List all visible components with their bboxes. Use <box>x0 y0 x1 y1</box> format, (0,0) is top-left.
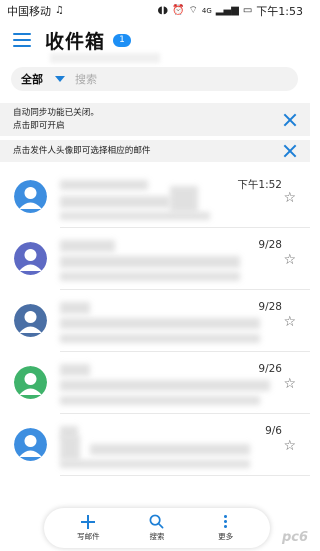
notice-text: 点击发件人头像即可选择相应的邮件 <box>13 145 151 156</box>
blurred-mail-content <box>60 240 115 252</box>
sync-off-notice[interactable]: 自动同步功能已关闭。 点击即可开启 <box>0 103 310 136</box>
blurred-mail-content <box>60 436 80 460</box>
star-icon[interactable]: ☆ <box>283 191 296 205</box>
more-label: 更多 <box>218 531 234 541</box>
mail-date: 9/6 <box>265 425 282 437</box>
blurred-mail-content <box>60 212 210 220</box>
search-bar: 全部 <box>11 67 298 91</box>
compose-label: 写邮件 <box>77 531 100 541</box>
blurred-mail-content <box>60 180 148 190</box>
blurred-mail-content <box>60 334 260 343</box>
mail-list-item[interactable]: 下午1:52 ☆ <box>0 166 310 228</box>
avatar-tip-notice: 点击发件人头像即可选择相应的邮件 <box>0 140 310 162</box>
mail-list-item[interactable]: 9/6 ☆ <box>0 414 310 476</box>
mail-date: 9/28 <box>258 239 282 251</box>
star-icon[interactable]: ☆ <box>283 253 296 267</box>
mail-date: 9/28 <box>258 301 282 313</box>
search-icon <box>150 514 164 529</box>
unread-count-badge: 1 <box>113 33 132 47</box>
blurred-mail-content <box>90 444 250 455</box>
dropdown-arrow-icon[interactable] <box>55 76 65 82</box>
mail-list-item[interactable]: 9/26 ☆ <box>0 352 310 414</box>
person-icon <box>14 366 47 399</box>
star-icon[interactable]: ☆ <box>283 315 296 329</box>
sender-avatar[interactable] <box>14 304 47 337</box>
bottom-action-bar: 写邮件 搜索 更多 <box>44 508 270 548</box>
person-icon <box>14 304 47 337</box>
page-title: 收件箱 <box>45 30 106 53</box>
folder-filter-label[interactable]: 全部 <box>21 71 43 87</box>
blurred-mail-content <box>60 318 260 329</box>
wifi-icon: ⌔ <box>188 5 198 16</box>
mail-list-item[interactable]: 9/28 ☆ <box>0 228 310 290</box>
search-button[interactable]: 搜索 <box>132 514 182 542</box>
carrier-name: 中国移动 <box>7 5 51 18</box>
sender-avatar[interactable] <box>14 180 47 213</box>
blurred-mail-content <box>60 460 250 468</box>
mail-date: 下午1:52 <box>237 179 282 191</box>
headphones-icon: ◖◗ <box>157 5 169 16</box>
account-address-blurred <box>50 53 160 63</box>
watermark-logo: pc6 <box>281 530 308 545</box>
more-dots-icon <box>224 515 228 529</box>
notice-line: 自动同步功能已关闭。 <box>13 107 99 118</box>
blurred-mail-content <box>60 380 270 391</box>
battery-icon: ▭ <box>242 5 253 16</box>
blurred-mail-content <box>60 396 260 405</box>
person-icon <box>14 242 47 275</box>
compose-button[interactable]: 写邮件 <box>63 514 113 542</box>
blurred-mail-content <box>60 196 170 208</box>
divider <box>60 475 310 476</box>
status-bar: 中国移动 ♫ ◖◗ ⏰ ⌔ 4G ▂▄▆ ▭ 下午1:53 <box>0 0 310 22</box>
sender-avatar[interactable] <box>14 242 47 275</box>
plus-icon <box>81 514 96 529</box>
notice-line: 点击即可开启 <box>13 120 65 131</box>
person-icon <box>14 428 47 461</box>
blurred-mail-content <box>60 256 240 268</box>
signal-icon: ▂▄▆ <box>215 5 239 16</box>
menu-icon[interactable] <box>13 33 31 47</box>
close-icon[interactable] <box>283 144 297 158</box>
blurred-mail-content <box>60 302 90 314</box>
search-label: 搜索 <box>149 532 165 541</box>
alarm-icon: ⏰ <box>172 5 185 16</box>
mail-date: 9/26 <box>258 363 282 375</box>
music-note-icon: ♫ <box>55 5 64 16</box>
person-icon <box>14 180 47 213</box>
star-icon[interactable]: ☆ <box>283 439 296 453</box>
sender-avatar[interactable] <box>14 428 47 461</box>
blurred-mail-content <box>170 186 198 212</box>
mail-list-item[interactable]: 9/28 ☆ <box>0 290 310 352</box>
blurred-mail-content <box>60 364 90 376</box>
notice-text: 自动同步功能已关闭。 点击即可开启 <box>13 107 283 133</box>
close-icon[interactable] <box>283 113 297 127</box>
network-type-badge: 4G <box>201 6 212 15</box>
mail-list: 下午1:52 ☆ 9/28 ☆ 9/28 ☆ 9/26 ☆ 9/6 ☆ <box>0 166 310 476</box>
more-button[interactable]: 更多 <box>201 515 251 542</box>
blurred-mail-content <box>60 272 240 281</box>
sender-avatar[interactable] <box>14 366 47 399</box>
star-icon[interactable]: ☆ <box>283 377 296 391</box>
search-input[interactable] <box>75 72 255 86</box>
status-time: 下午1:53 <box>256 5 303 18</box>
